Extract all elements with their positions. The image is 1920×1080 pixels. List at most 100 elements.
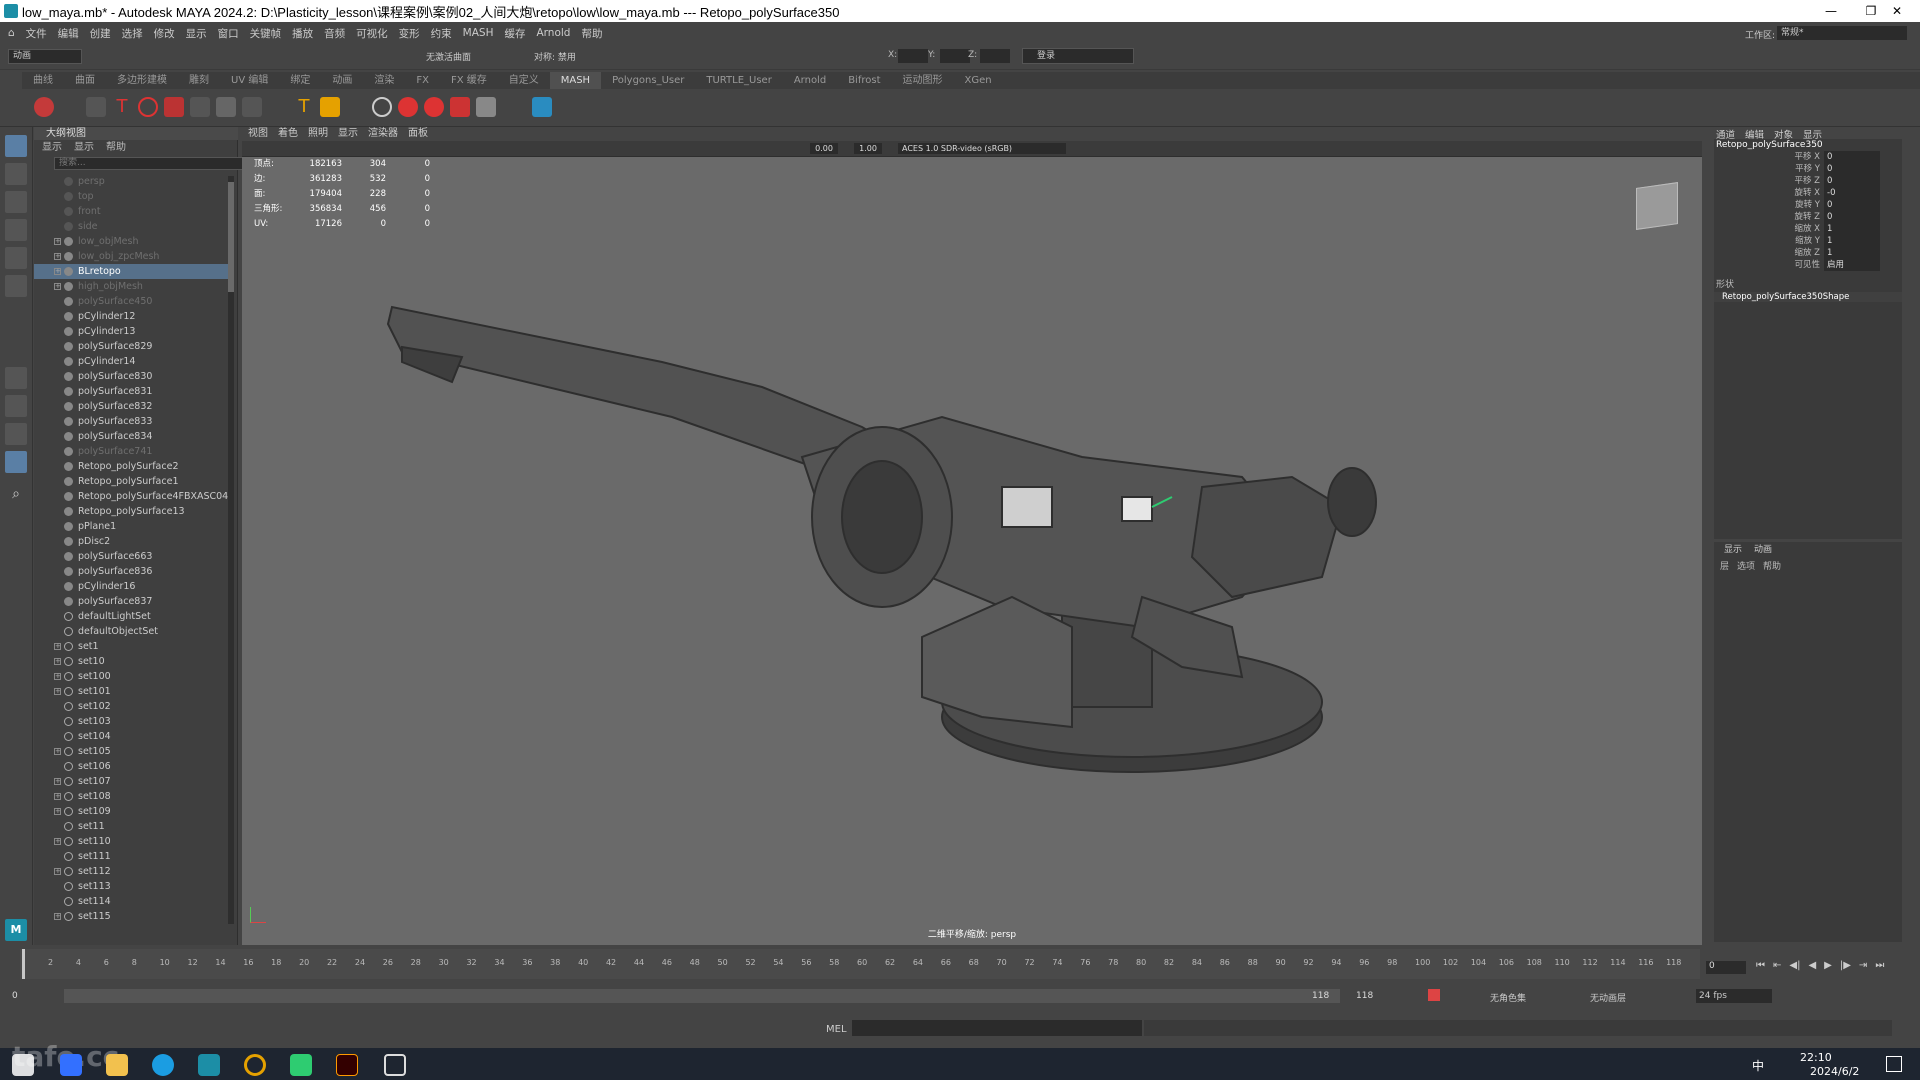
- expand-icon[interactable]: +: [54, 688, 61, 695]
- expand-icon[interactable]: +: [54, 913, 61, 920]
- app-icon-feishu[interactable]: [60, 1054, 82, 1076]
- mode-dropdown[interactable]: 动画: [8, 49, 82, 64]
- shelf-tab-6[interactable]: 动画: [321, 72, 363, 89]
- outliner-scrollbar[interactable]: [228, 176, 234, 924]
- ime-indicator[interactable]: 中: [1752, 1057, 1764, 1074]
- colorspace-dropdown[interactable]: ACES 1.0 SDR-video (sRGB): [898, 143, 1066, 154]
- outliner-item[interactable]: pPlane1: [34, 519, 228, 534]
- menu-2[interactable]: 创建: [90, 26, 111, 41]
- outliner-item[interactable]: + set105: [34, 744, 228, 759]
- home-icon[interactable]: ⌂: [8, 27, 15, 39]
- outliner-item[interactable]: pCylinder12: [34, 309, 228, 324]
- type-icon[interactable]: T: [294, 97, 314, 117]
- outliner-item[interactable]: + set10: [34, 654, 228, 669]
- outliner-item[interactable]: + set1: [34, 639, 228, 654]
- mash-network-icon[interactable]: [34, 97, 54, 117]
- outliner-item[interactable]: pCylinder14: [34, 354, 228, 369]
- outliner-search-input[interactable]: 搜索...: [54, 157, 246, 170]
- menu-3[interactable]: 选择: [122, 26, 143, 41]
- channel-value[interactable]: 0: [1824, 175, 1880, 187]
- outliner-item[interactable]: Retopo_polySurface13: [34, 504, 228, 519]
- two-view-icon[interactable]: [5, 423, 27, 445]
- brush-icon[interactable]: [476, 97, 496, 117]
- outliner-item[interactable]: + set109: [34, 804, 228, 819]
- shelf-tab-5[interactable]: 绑定: [279, 72, 321, 89]
- outliner-item[interactable]: set102: [34, 699, 228, 714]
- outliner-item[interactable]: defaultObjectSet: [34, 624, 228, 639]
- shelf-tab-14[interactable]: Arnold: [783, 72, 837, 89]
- channel-row[interactable]: 缩放 Y 1: [1714, 235, 1902, 247]
- play-forward-icon[interactable]: ▶: [1824, 960, 1832, 971]
- shelf-tab-7[interactable]: 渲染: [363, 72, 405, 89]
- channel-row[interactable]: 缩放 Z 1: [1714, 247, 1902, 259]
- menu-4[interactable]: 修改: [154, 26, 175, 41]
- outliner-item[interactable]: + BLretopo: [34, 264, 228, 279]
- shelf-tab-8[interactable]: FX: [405, 72, 440, 89]
- anim-layer-dropdown[interactable]: 无动画层: [1590, 991, 1626, 1004]
- layer-menu-2[interactable]: 帮助: [1763, 559, 1781, 572]
- shelf-tab-9[interactable]: FX 缓存: [440, 72, 498, 89]
- menu-12[interactable]: 约束: [431, 26, 452, 41]
- outliner-item[interactable]: polySurface837: [34, 594, 228, 609]
- step-forward-icon[interactable]: |▶: [1840, 960, 1851, 971]
- channel-value[interactable]: -0: [1824, 187, 1880, 199]
- channel-value[interactable]: 1: [1824, 247, 1880, 259]
- menu-14[interactable]: 缓存: [504, 26, 525, 41]
- outliner-item[interactable]: polySurface829: [34, 339, 228, 354]
- viewport-3d[interactable]: 顶点: 182163 304 0 边: 361283 532 0 面: 179404 228 0 三角形…: [242, 157, 1702, 945]
- grid-icon[interactable]: [216, 97, 236, 117]
- menu-15[interactable]: Arnold: [536, 27, 570, 39]
- x-field[interactable]: [898, 49, 928, 63]
- shelf-tab-11[interactable]: MASH: [549, 72, 602, 89]
- outliner-item[interactable]: pDisc2: [34, 534, 228, 549]
- viewport-menu-3[interactable]: 显示: [338, 127, 358, 141]
- channel-value[interactable]: 1: [1824, 235, 1880, 247]
- outliner-item[interactable]: polySurface830: [34, 369, 228, 384]
- outliner-item[interactable]: + set107: [34, 774, 228, 789]
- outliner-item[interactable]: + high_objMesh: [34, 279, 228, 294]
- expand-icon[interactable]: +: [54, 838, 61, 845]
- layer-tab-1[interactable]: 动画: [1754, 542, 1772, 555]
- outliner-item[interactable]: polySurface663: [34, 549, 228, 564]
- move-tool-icon[interactable]: [5, 219, 27, 241]
- menu-9[interactable]: 音频: [324, 26, 345, 41]
- live-surface-field[interactable]: 无激活曲面: [426, 50, 471, 63]
- shelf-tab-2[interactable]: 多边形建模: [106, 72, 178, 89]
- outliner-item[interactable]: persp: [34, 174, 228, 189]
- particle-icon[interactable]: [424, 97, 444, 117]
- outliner-item[interactable]: polySurface832: [34, 399, 228, 414]
- character-set-dropdown[interactable]: 无角色集: [1490, 991, 1526, 1004]
- range-end-field[interactable]: 118: [1312, 991, 1329, 1001]
- list-icon[interactable]: [86, 97, 106, 117]
- outliner-item[interactable]: Retopo_polySurface2: [34, 459, 228, 474]
- file-explorer-icon[interactable]: [106, 1054, 128, 1076]
- outliner-item[interactable]: Retopo_polySurface4FBXASC0460: [34, 489, 228, 504]
- outliner-item[interactable]: set111: [34, 849, 228, 864]
- expand-icon[interactable]: +: [54, 268, 61, 275]
- select-tool-icon[interactable]: [5, 135, 27, 157]
- expand-icon[interactable]: +: [54, 673, 61, 680]
- end-time-field[interactable]: 118: [1356, 991, 1396, 1001]
- outliner-item[interactable]: set103: [34, 714, 228, 729]
- shelf-tab-13[interactable]: TURTLE_User: [695, 72, 782, 89]
- rotate-tool-icon[interactable]: [5, 247, 27, 269]
- search-icon[interactable]: ⌕: [5, 483, 27, 505]
- fps-dropdown[interactable]: 24 fps: [1696, 989, 1772, 1003]
- playhead[interactable]: [22, 949, 25, 979]
- outliner-item[interactable]: polySurface741: [34, 444, 228, 459]
- expand-icon[interactable]: +: [54, 808, 61, 815]
- menu-1[interactable]: 编辑: [58, 26, 79, 41]
- outliner-item[interactable]: + set108: [34, 789, 228, 804]
- outliner-item[interactable]: + set115: [34, 909, 228, 924]
- text-icon[interactable]: T: [112, 97, 132, 117]
- scale-tool-icon[interactable]: [5, 275, 27, 297]
- dynamics-icon[interactable]: [372, 97, 392, 117]
- shelf-tab-3[interactable]: 雕刻: [178, 72, 220, 89]
- shelf-tab-4[interactable]: UV 编辑: [220, 72, 279, 89]
- channel-value[interactable]: 启用: [1824, 259, 1880, 271]
- channel-value[interactable]: 0: [1824, 163, 1880, 175]
- outliner-item[interactable]: + low_objMesh: [34, 234, 228, 249]
- viewport-menu-4[interactable]: 渲染器: [368, 127, 398, 141]
- outliner-item[interactable]: set114: [34, 894, 228, 909]
- outliner-item[interactable]: polySurface834: [34, 429, 228, 444]
